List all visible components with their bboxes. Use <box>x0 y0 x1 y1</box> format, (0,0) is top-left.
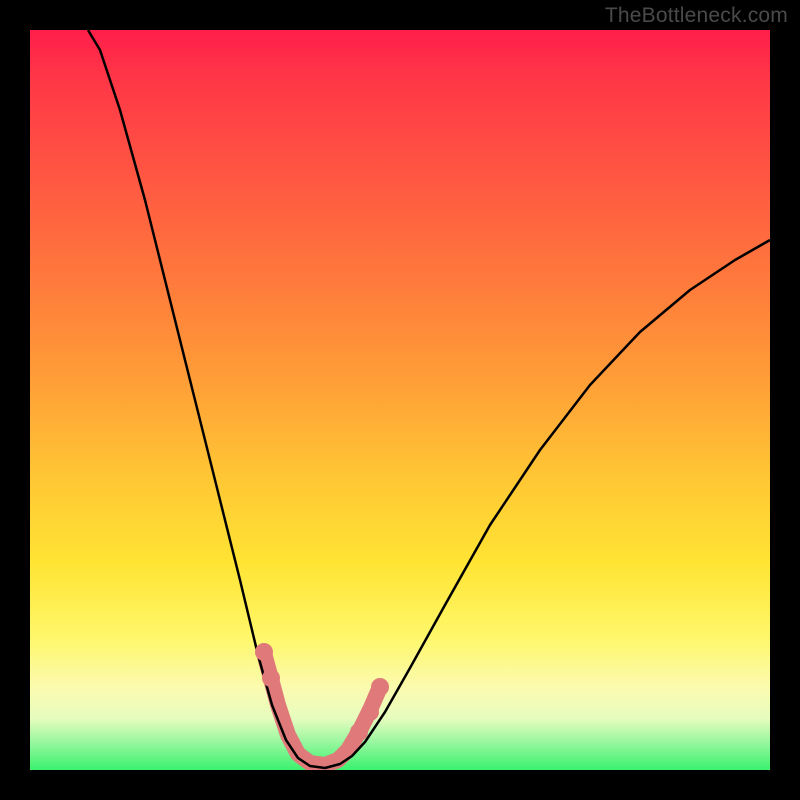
bottleneck-curve-path <box>88 30 770 768</box>
curve-svg <box>30 30 770 770</box>
plot-area <box>30 30 770 770</box>
highlight-band-path <box>264 653 380 765</box>
highlight-marker <box>255 643 273 661</box>
highlight-marker <box>350 723 368 741</box>
watermark-label: TheBottleneck.com <box>605 4 788 28</box>
highlight-marker <box>361 703 379 721</box>
highlight-marker <box>371 678 389 696</box>
marker-group <box>255 643 389 741</box>
highlight-band-group <box>264 653 380 765</box>
main-curve-group <box>88 30 770 768</box>
highlight-marker <box>262 669 280 687</box>
chart-container: TheBottleneck.com <box>0 0 800 800</box>
